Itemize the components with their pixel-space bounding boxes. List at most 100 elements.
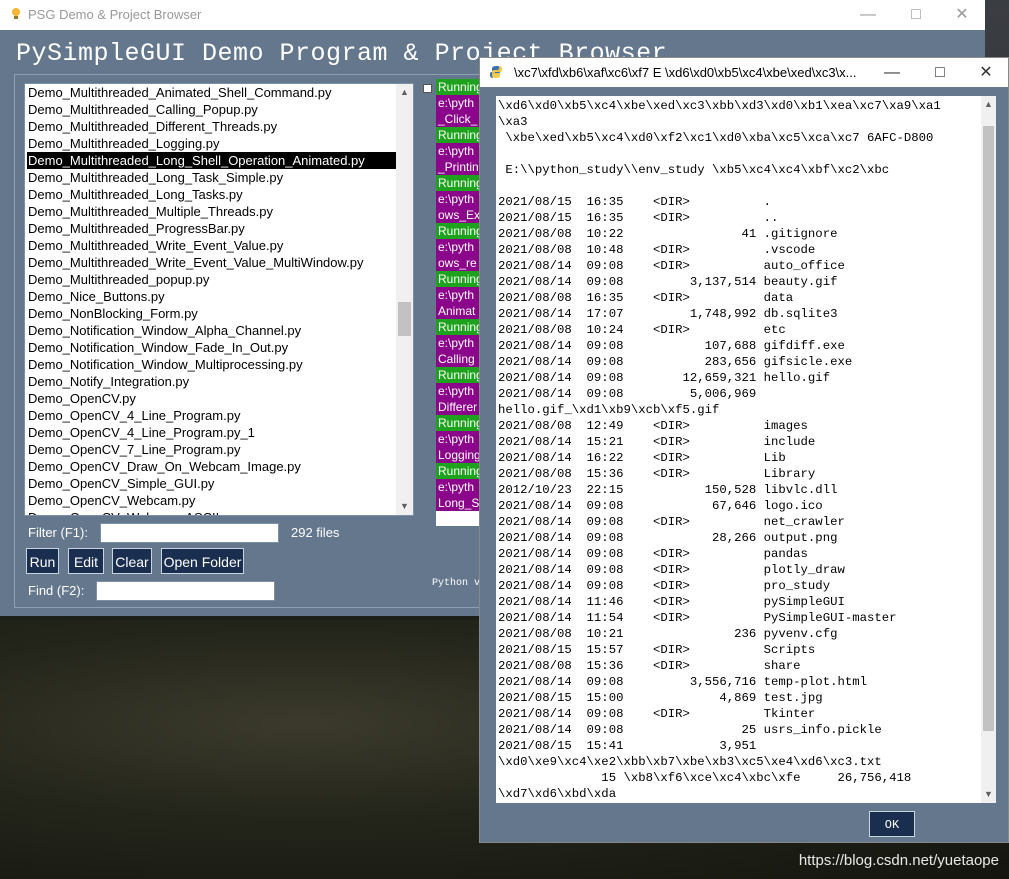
- text-line: \xd6\xd0\xb5\xc4\xbe\xed\xc3\xbb\xd3\xd0…: [498, 99, 941, 113]
- clear-button[interactable]: Clear: [112, 548, 152, 574]
- find-input[interactable]: [96, 581, 275, 601]
- output-line: Running: [436, 223, 484, 239]
- list-item[interactable]: Demo_OpenCV_Webcam_ASCII...: [27, 509, 397, 515]
- list-item[interactable]: Demo_Multithreaded_Write_Event_Value.py: [27, 237, 397, 254]
- output-line: Running: [436, 367, 484, 383]
- text-line: 2021/08/14 09:08 <DIR> pro_study: [498, 579, 831, 593]
- list-item[interactable]: Demo_Multithreaded_Long_Task_Simple.py: [27, 169, 397, 186]
- list-item[interactable]: Demo_Nice_Buttons.py: [27, 288, 397, 305]
- demo-file-list[interactable]: Demo_Multithreaded_Animated_Shell_Comman…: [24, 83, 414, 516]
- scroll-up-icon[interactable]: ▲: [396, 84, 413, 101]
- list-item[interactable]: Demo_Multithreaded_Long_Tasks.py: [27, 186, 397, 203]
- list-item[interactable]: Demo_OpenCV_4_Line_Program.py_1: [27, 424, 397, 441]
- list-item[interactable]: Demo_Notification_Window_Fade_In_Out.py: [27, 339, 397, 356]
- output-line: Running: [436, 127, 484, 143]
- text-line: 2021/08/14 09:08 <DIR> plotly_draw: [498, 563, 845, 577]
- output-checkbox[interactable]: [423, 84, 432, 93]
- text-line: 2021/08/08 10:24 <DIR> etc: [498, 323, 786, 337]
- ok-button[interactable]: OK: [869, 811, 915, 837]
- file-list-scrollbar[interactable]: ▲ ▼: [396, 84, 413, 515]
- text-line: 2021/08/08 10:22 41 .gitignore: [498, 227, 838, 241]
- list-item[interactable]: Demo_OpenCV.py: [27, 390, 397, 407]
- list-item[interactable]: Demo_OpenCV_4_Line_Program.py: [27, 407, 397, 424]
- list-item[interactable]: Demo_Multithreaded_Long_Shell_Operation_…: [27, 152, 397, 169]
- text-line: E:\\python_study\\env_study \xb5\xc4\xc4…: [498, 163, 890, 177]
- minimize-button[interactable]: —: [845, 0, 891, 30]
- list-item[interactable]: Demo_Notify_Integration.py: [27, 373, 397, 390]
- text-line: [498, 146, 982, 162]
- list-item[interactable]: Demo_Multithreaded_Write_Event_Value_Mul…: [27, 254, 397, 271]
- output-line: Long_S: [436, 495, 484, 511]
- text-line: 2021/08/14 09:08 28,266 output.png: [498, 531, 838, 545]
- text-line: 2021/08/14 09:08 5,006,969: [498, 387, 757, 401]
- lightbulb-icon: [12, 8, 20, 19]
- list-item[interactable]: Demo_OpenCV_Draw_On_Webcam_Image.py: [27, 458, 397, 475]
- scroll-down-icon[interactable]: ▼: [981, 786, 996, 803]
- list-item[interactable]: Demo_OpenCV_7_Line_Program.py: [27, 441, 397, 458]
- text-line: 2021/08/14 17:07 1,748,992 db.sqlite3: [498, 307, 838, 321]
- text-line: 2021/08/14 09:08 <DIR> pandas: [498, 547, 808, 561]
- text-line: 2021/08/14 09:08 67,646 logo.ico: [498, 499, 823, 513]
- text-line: 2021/08/14 09:08 3,556,716 temp-plot.htm…: [498, 675, 867, 689]
- list-item[interactable]: Demo_Notification_Window_Alpha_Channel.p…: [27, 322, 397, 339]
- run-button[interactable]: Run: [26, 548, 59, 574]
- popup-window: \xc7\xfd\xb6\xaf\xc6\xf7 E \xd6\xd0\xb5\…: [479, 57, 1009, 843]
- list-item[interactable]: Demo_Multithreaded_popup.py: [27, 271, 397, 288]
- popup-scrollbar[interactable]: ▲ ▼: [981, 96, 996, 803]
- text-line: 2021/08/08 10:21 236 pyvenv.cfg: [498, 627, 838, 641]
- list-item[interactable]: Demo_Multithreaded_Different_Threads.py: [27, 118, 397, 135]
- popup-text-output[interactable]: \xd6\xd0\xb5\xc4\xbe\xed\xc3\xbb\xd3\xd0…: [496, 96, 996, 803]
- list-item[interactable]: Demo_OpenCV_Simple_GUI.py: [27, 475, 397, 492]
- text-line: [498, 178, 982, 194]
- list-item[interactable]: Demo_Multithreaded_Calling_Popup.py: [27, 101, 397, 118]
- list-item[interactable]: Demo_Multithreaded_ProgressBar.py: [27, 220, 397, 237]
- text-line: 2021/08/08 15:36 <DIR> Library: [498, 467, 816, 481]
- list-item[interactable]: Demo_Multithreaded_Animated_Shell_Comman…: [27, 84, 397, 101]
- output-line: e:\pyth: [436, 191, 484, 207]
- scroll-up-icon[interactable]: ▲: [981, 96, 996, 113]
- text-line: 2021/08/14 09:08 283,656 gifsicle.exe: [498, 355, 853, 369]
- find-label: Find (F2):: [28, 583, 85, 598]
- output-line: ows_re: [436, 255, 484, 271]
- text-line: \xa3: [498, 115, 528, 129]
- popup-titlebar[interactable]: \xc7\xfd\xb6\xaf\xc6\xf7 E \xd6\xd0\xb5\…: [480, 58, 1008, 87]
- scroll-thumb[interactable]: [398, 302, 411, 336]
- text-line: \xbe\xed\xb5\xc4\xd0\xf2\xc1\xd0\xba\xc5…: [498, 131, 934, 145]
- popup-minimize-button[interactable]: —: [869, 58, 915, 88]
- text-line: 2012/10/23 22:15 150,528 libvlc.dll: [498, 483, 838, 497]
- open-folder-button[interactable]: Open Folder: [161, 548, 244, 574]
- text-line: 2021/08/08 12:49 <DIR> images: [498, 419, 808, 433]
- filter-input[interactable]: [100, 523, 279, 543]
- output-line: Running: [436, 415, 484, 431]
- output-line: _Click_: [436, 111, 484, 127]
- edit-button[interactable]: Edit: [68, 548, 104, 574]
- maximize-button[interactable]: □: [893, 0, 939, 30]
- text-line: 2021/08/15 15:00 4,869 test.jpg: [498, 691, 823, 705]
- text-line: hello.gif_\xd1\xb9\xcb\xf5.gif: [498, 403, 720, 417]
- file-count: 292 files: [291, 525, 340, 540]
- list-item[interactable]: Demo_Multithreaded_Logging.py: [27, 135, 397, 152]
- scroll-down-icon[interactable]: ▼: [396, 498, 413, 515]
- close-button[interactable]: ✕: [939, 0, 985, 30]
- popup-maximize-button[interactable]: □: [917, 58, 963, 88]
- output-line: Differer: [436, 399, 484, 415]
- main-window-title: PSG Demo & Project Browser: [28, 7, 202, 22]
- output-line: _Printin: [436, 159, 484, 175]
- scroll-thumb[interactable]: [983, 126, 994, 731]
- output-line: e:\pyth: [436, 239, 484, 255]
- list-item[interactable]: Demo_Multithreaded_Multiple_Threads.py: [27, 203, 397, 220]
- text-line: 2021/08/08 15:36 <DIR> share: [498, 659, 801, 673]
- main-titlebar[interactable]: PSG Demo & Project Browser — □ ✕: [0, 0, 985, 30]
- text-line: 2021/08/14 09:08 25 usrs_info.pickle: [498, 723, 882, 737]
- list-item[interactable]: Demo_NonBlocking_Form.py: [27, 305, 397, 322]
- list-item[interactable]: Demo_OpenCV_Webcam.py: [27, 492, 397, 509]
- text-line: 2021/08/14 09:08 3,137,514 beauty.gif: [498, 275, 838, 289]
- list-item[interactable]: Demo_Notification_Window_Multiprocessing…: [27, 356, 397, 373]
- popup-close-button[interactable]: ✕: [963, 58, 1009, 88]
- output-line: Calling: [436, 351, 484, 367]
- output-console: Running e:\pyth _Click_ Running e:\pyth _Prin…: [436, 79, 484, 526]
- filter-label: Filter (F1):: [28, 525, 88, 540]
- text-line: 2021/08/15 16:35 <DIR> .: [498, 195, 772, 209]
- output-line: e:\pyth: [436, 143, 484, 159]
- popup-window-title: \xc7\xfd\xb6\xaf\xc6\xf7 E \xd6\xd0\xb5\…: [514, 65, 857, 80]
